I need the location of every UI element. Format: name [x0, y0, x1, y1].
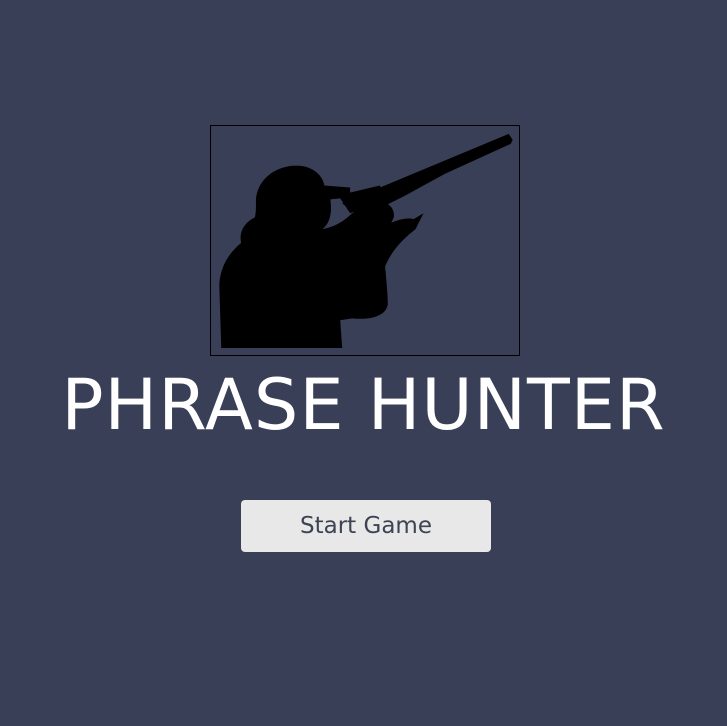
game-title: PHRASE HUNTER — [61, 364, 666, 446]
hunter-silhouette-icon — [219, 133, 513, 349]
start-overlay: PHRASE HUNTER Start Game — [0, 0, 727, 726]
start-game-button[interactable]: Start Game — [241, 500, 491, 552]
hunter-banner — [210, 125, 520, 356]
